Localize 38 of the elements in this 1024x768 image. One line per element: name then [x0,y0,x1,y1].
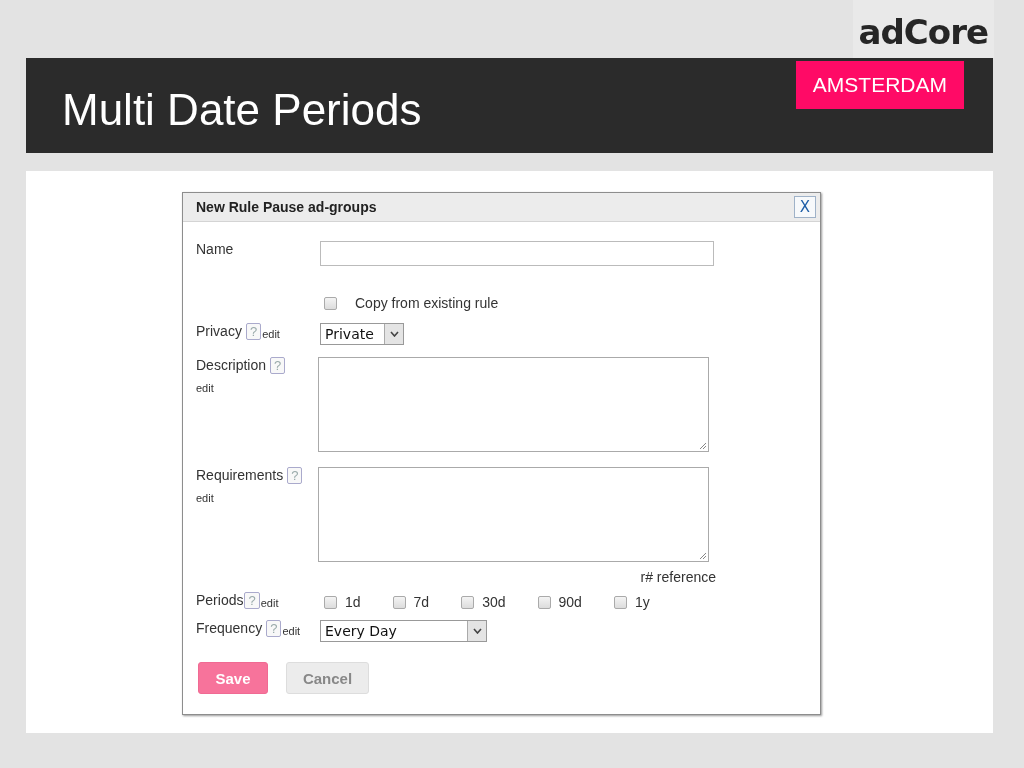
edit-link[interactable]: edit [196,492,214,504]
checkbox[interactable] [461,595,475,609]
location-badge: AMSTERDAM [795,60,964,109]
edit-link[interactable]: edit [262,328,280,340]
checkbox-label: 30d [482,594,506,610]
edit-link[interactable]: edit [260,597,279,609]
field-label: Requirements [196,467,284,483]
close-button[interactable]: X [793,196,816,218]
checkbox-label: 1d [345,594,361,610]
edit-link[interactable]: edit [282,625,301,637]
resize-grip-icon[interactable] [699,442,707,450]
description-textarea[interactable] [318,357,709,452]
caret-icon [472,628,482,634]
checkbox[interactable] [392,595,406,609]
checkbox[interactable] [613,595,627,609]
checkbox[interactable] [324,296,337,310]
privacy-select[interactable]: Private [320,323,404,345]
checkbox-label: 7d [413,594,430,610]
edit-link[interactable]: edit [196,382,214,394]
checkbox-label: Copy from existing rule [355,295,499,311]
resize-grip-icon[interactable] [699,552,707,560]
caret-icon [389,331,399,337]
field-label: Name [196,241,234,257]
reference-label: r# reference [640,569,716,585]
checkbox-label: 90d [558,594,582,610]
checkbox[interactable] [324,595,337,609]
field-label: Frequency [196,620,263,636]
field-label: Privacy [196,323,242,339]
field-label: Description [196,357,267,373]
requirements-textarea[interactable] [318,467,709,562]
frequency-select[interactable]: Every Day [320,620,487,642]
checkbox[interactable] [537,595,551,609]
name-input[interactable] [320,241,714,266]
dialog-title: New Rule Pause ad-groups [196,199,377,215]
field-label: Periods [196,592,244,608]
logo: adCore [852,0,994,58]
checkbox-label: 1y [634,594,650,610]
slide-title: Multi Date Periods [62,84,422,135]
